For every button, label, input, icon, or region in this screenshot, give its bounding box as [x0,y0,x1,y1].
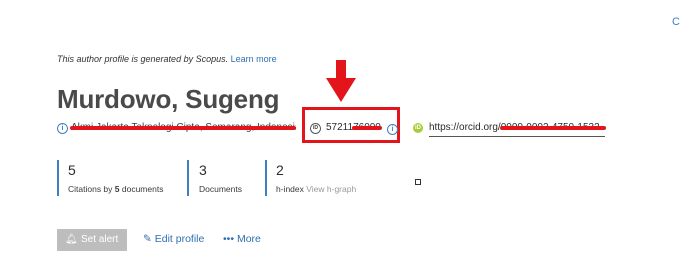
metric-divider [57,160,59,196]
edit-profile-button[interactable]: ✎ Edit profile [143,233,204,245]
metric-h-index: 2 h-index View h-graph [276,162,356,194]
pencil-icon: ✎ [143,233,152,245]
metric-divider [187,160,189,196]
edit-profile-label: Edit profile [154,233,205,245]
affiliation-info-icon[interactable]: i [57,123,68,134]
metric-citations[interactable]: 5 Citations by 5 documents [68,162,163,194]
more-button[interactable]: ••• More [223,233,261,245]
orcid-underline [429,136,605,137]
view-h-graph-link[interactable]: View h-graph [306,184,356,194]
orcid-icon: iD [413,123,423,133]
metric-value: 5 [68,162,76,178]
learn-more-link[interactable]: Learn more [231,54,277,64]
corner-refresh-icon[interactable]: C [672,16,683,28]
metric-label: h-index View h-graph [276,184,357,194]
more-label: More [236,233,261,245]
annotation-arrow [326,60,356,102]
profile-notice: This author profile is generated by Scop… [57,54,277,64]
scopus-id-redaction-mark [352,126,382,130]
scopus-id-info-icon[interactable]: i [387,124,398,135]
bell-icon: 🔔︎ [65,234,78,245]
set-alert-button[interactable]: 🔔︎ Set alert [57,229,127,251]
orcid-redaction-mark [500,126,606,130]
set-alert-label: Set alert [81,234,119,245]
cursor-marker [415,179,421,185]
metric-value: 3 [199,162,207,178]
metric-value: 2 [276,162,284,178]
notice-text: This author profile is generated by Scop… [57,54,229,64]
scopus-id-icon: iD [310,123,321,134]
metric-divider [265,160,267,196]
author-name: Murdowo, Sugeng [57,84,280,114]
metric-label: Citations by 5 documents [68,184,164,194]
more-dots-icon: ••• [223,233,235,245]
metric-label: Documents [199,184,242,194]
affiliation-redaction-mark [70,126,296,130]
metric-documents[interactable]: 3 Documents [199,162,242,194]
